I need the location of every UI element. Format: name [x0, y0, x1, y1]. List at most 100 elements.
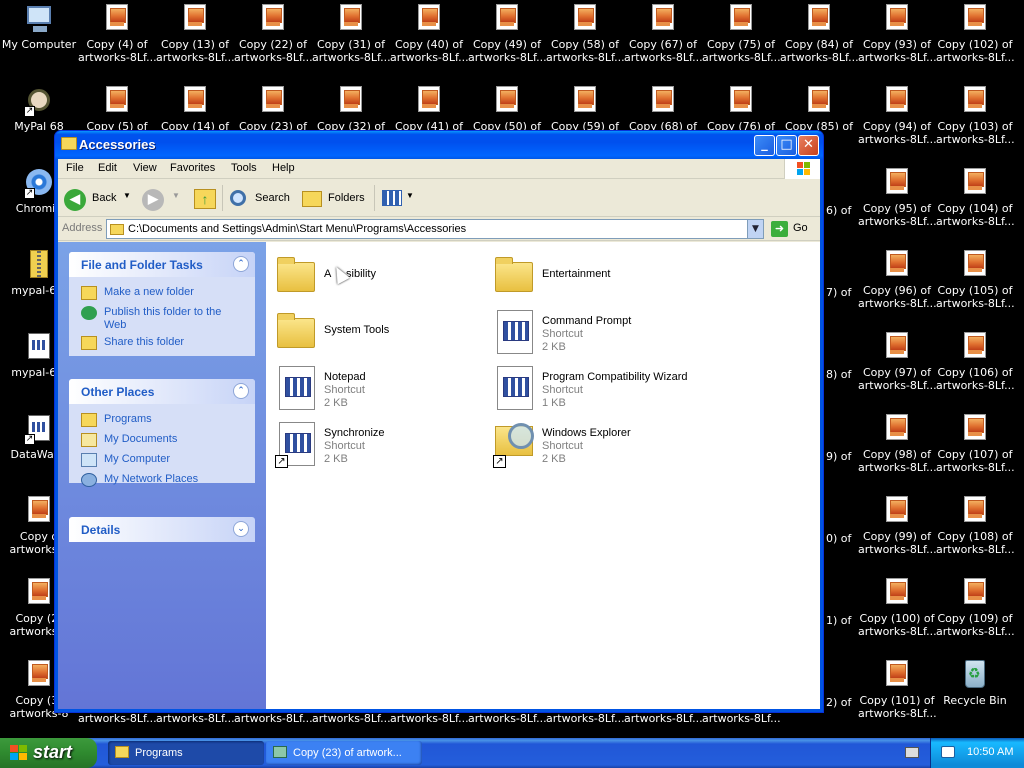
- minimize-button[interactable]: _: [754, 135, 775, 156]
- chevron-down-icon[interactable]: ▼: [747, 220, 763, 238]
- desktop-icon-copy-partial[interactable]: Copy (68) of: [624, 84, 702, 130]
- desktop-icon-copy[interactable]: Copy (96) of artworks-8Lf...: [858, 248, 936, 326]
- menu-tools[interactable]: Tools: [231, 162, 257, 174]
- close-button[interactable]: ✕: [798, 135, 819, 156]
- desktop-icon-copy[interactable]: Copy (97) of artworks-8Lf...: [858, 330, 936, 408]
- publish-folder-link[interactable]: Publish this folder to the Web: [81, 306, 251, 334]
- taskbar-button-programs[interactable]: Programs: [108, 741, 264, 765]
- desktop-icon-copy[interactable]: Copy (106) of artworks-8Lf...: [936, 330, 1014, 408]
- item-name: Entertainment: [542, 268, 611, 280]
- views-button[interactable]: ▼: [380, 185, 414, 211]
- computer-icon: [23, 2, 55, 34]
- panel-header[interactable]: Other Places ⌃: [69, 379, 255, 404]
- share-folder-link[interactable]: Share this folder: [81, 336, 251, 350]
- desktop-icon-copy[interactable]: Copy (101) of artworks-8Lf...: [858, 658, 936, 736]
- my-documents-link[interactable]: My Documents: [81, 433, 251, 447]
- program-icon: [274, 364, 318, 412]
- back-button[interactable]: ◀ Back ▼: [64, 185, 134, 211]
- item-system-tools[interactable]: System Tools: [274, 308, 489, 358]
- menu-file[interactable]: File: [66, 162, 84, 174]
- item-program-compatibility-wizard[interactable]: Program Compatibility Wizard Shortcut 1 …: [492, 364, 752, 414]
- item-size: 2 KB: [324, 453, 348, 465]
- item-notepad[interactable]: Notepad Shortcut 2 KB: [274, 364, 489, 414]
- menu-view[interactable]: View: [133, 162, 157, 174]
- expand-icon[interactable]: ⌄: [233, 521, 249, 537]
- panel-header[interactable]: Details ⌄: [69, 517, 255, 542]
- item-windows-explorer[interactable]: ↗ Windows Explorer Shortcut 2 KB: [492, 420, 707, 470]
- keyboard-icon[interactable]: [905, 747, 919, 758]
- search-icon: [230, 190, 246, 206]
- my-computer-link[interactable]: My Computer: [81, 453, 251, 467]
- taskbar-button-image[interactable]: Copy (23) of artwork...: [266, 741, 422, 765]
- desktop-icon-copy[interactable]: Copy (13) of artworks-8Lf...: [156, 2, 234, 80]
- bottom-strip-label: artworks-8Lf...: [702, 712, 781, 725]
- clock[interactable]: 10:50 AM: [967, 746, 1013, 758]
- item-synchronize[interactable]: ↗ Synchronize Shortcut 2 KB: [274, 420, 489, 470]
- desktop-icon-copy[interactable]: Copy (75) of artworks-8Lf...: [702, 2, 780, 80]
- desktop-icon-copy[interactable]: Copy (102) of artworks-8Lf...: [936, 2, 1014, 80]
- desktop-icon-copy-partial[interactable]: Copy (14) of: [156, 84, 234, 130]
- desktop-icon-copy[interactable]: Copy (40) of artworks-8Lf...: [390, 2, 468, 80]
- desktop-icon-copy[interactable]: Copy (98) of artworks-8Lf...: [858, 412, 936, 490]
- address-input[interactable]: C:\Documents and Settings\Admin\Start Me…: [106, 219, 764, 239]
- menu-favorites[interactable]: Favorites: [170, 162, 215, 174]
- item-command-prompt[interactable]: Command Prompt Shortcut 2 KB: [492, 308, 707, 358]
- item-entertainment[interactable]: Entertainment: [492, 252, 707, 302]
- desktop-icon-copy[interactable]: Copy (99) of artworks-8Lf...: [858, 494, 936, 572]
- desktop-icon-copy[interactable]: Copy (58) of artworks-8Lf...: [546, 2, 624, 80]
- place-label: My Computer: [104, 453, 171, 465]
- chevron-down-icon: ▼: [172, 191, 180, 200]
- programs-link[interactable]: Programs: [81, 413, 251, 427]
- desktop-icon-copy[interactable]: Copy (94) of artworks-8Lf...: [858, 84, 936, 162]
- desktop-icon-copy[interactable]: Copy (22) of artworks-8Lf...: [234, 2, 312, 80]
- start-label: start: [33, 742, 73, 762]
- item-accessibility[interactable]: A sibility: [274, 252, 489, 302]
- forward-button[interactable]: ▶ ▼: [142, 185, 182, 211]
- desktop-icon-recycle-bin[interactable]: Recycle Bin: [936, 658, 1014, 736]
- desktop-icon-copy[interactable]: Copy (104) of artworks-8Lf...: [936, 166, 1014, 244]
- desktop-icon-copy[interactable]: Copy (100) of artworks-8Lf...: [858, 576, 936, 654]
- desktop-icon-copy-partial[interactable]: Copy (5) of: [78, 84, 156, 130]
- collapse-icon[interactable]: ⌃: [233, 383, 249, 399]
- other-places-panel: Other Places ⌃ Programs My Documents My …: [69, 379, 255, 487]
- search-button[interactable]: Search: [228, 185, 294, 211]
- desktop-icon-copy[interactable]: Copy (93) of artworks-8Lf...: [858, 2, 936, 80]
- desktop-icon-copy[interactable]: Copy (109) of artworks-8Lf...: [936, 576, 1014, 654]
- desktop-icon-copy[interactable]: Copy (107) of artworks-8Lf...: [936, 412, 1014, 490]
- start-button[interactable]: start: [0, 738, 97, 768]
- desktop-icon-my-computer[interactable]: My Computer: [0, 2, 78, 80]
- desktop-icon-copy[interactable]: Copy (95) of artworks-8Lf...: [858, 166, 936, 244]
- desktop-icon-copy-partial[interactable]: Copy (50) of: [468, 84, 546, 130]
- desktop-icon-copy-partial[interactable]: Copy (59) of: [546, 84, 624, 130]
- panel-header[interactable]: File and Folder Tasks ⌃: [69, 252, 255, 277]
- go-arrow-icon: ➜: [771, 221, 788, 237]
- partial-label: 2) of: [826, 696, 852, 709]
- desktop-icon-copy-partial[interactable]: Copy (32) of: [312, 84, 390, 130]
- desktop-icon-copy[interactable]: Copy (31) of artworks-8Lf...: [312, 2, 390, 80]
- maximize-button[interactable]: □: [776, 135, 797, 156]
- go-button[interactable]: ➜ Go: [768, 219, 816, 239]
- desktop-icon-copy-partial[interactable]: Copy (41) of: [390, 84, 468, 130]
- menu-edit[interactable]: Edit: [98, 162, 117, 174]
- desktop-icon-copy[interactable]: Copy (103) of artworks-8Lf...: [936, 84, 1014, 162]
- image-file-icon: [23, 494, 55, 526]
- desktop-icon-label: Copy (40) of artworks-8Lf...: [390, 38, 468, 64]
- partial-label: 6) of: [826, 204, 852, 217]
- menu-help[interactable]: Help: [272, 162, 295, 174]
- desktop-icon-copy[interactable]: Copy (4) of artworks-8Lf...: [78, 2, 156, 80]
- desktop-icon-copy[interactable]: Copy (67) of artworks-8Lf...: [624, 2, 702, 80]
- desktop-icon-copy[interactable]: Copy (105) of artworks-8Lf...: [936, 248, 1014, 326]
- up-button[interactable]: ↑: [192, 185, 218, 211]
- desktop-icon-copy[interactable]: Copy (49) of artworks-8Lf...: [468, 2, 546, 80]
- window-titlebar[interactable]: Accessories _ □ ✕: [55, 131, 823, 159]
- collapse-icon[interactable]: ⌃: [233, 256, 249, 272]
- desktop-icon-label: Copy (22) of artworks-8Lf...: [234, 38, 312, 64]
- make-new-folder-link[interactable]: Make a new folder: [81, 286, 251, 300]
- desktop-icon-copy-partial[interactable]: Copy (23) of: [234, 84, 312, 130]
- my-network-places-link[interactable]: My Network Places: [81, 473, 251, 487]
- folders-button[interactable]: Folders: [300, 185, 368, 211]
- desktop-icon-copy[interactable]: Copy (108) of artworks-8Lf...: [936, 494, 1014, 572]
- image-file-icon: [647, 2, 679, 34]
- desktop-icon-copy-partial[interactable]: Copy (76) of: [702, 84, 780, 130]
- network-icon[interactable]: [941, 746, 955, 758]
